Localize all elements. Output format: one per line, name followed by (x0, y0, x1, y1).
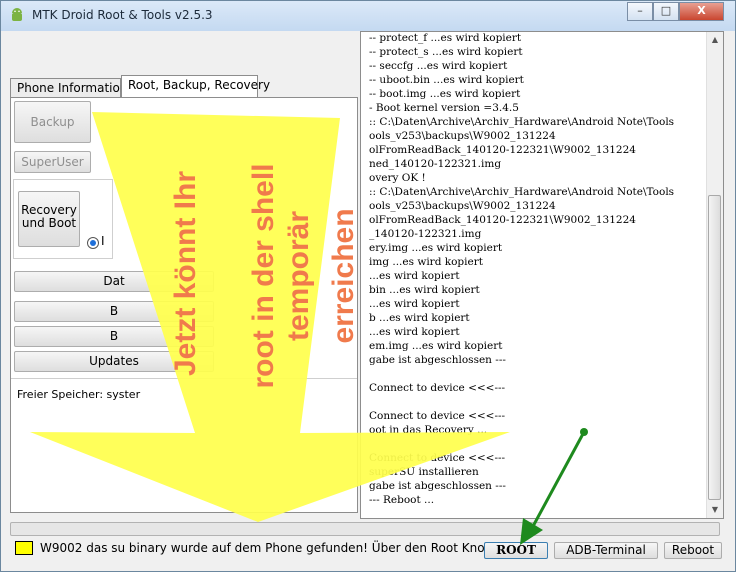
green-arrow-line (529, 431, 586, 531)
overlay-line-4: erreichen (327, 208, 360, 344)
annotation-layer (30, 112, 588, 545)
green-arrowhead (520, 518, 543, 545)
overlay-line-3: temporär (282, 210, 315, 342)
overlay-line-1: Jetzt könnt Ihr (169, 170, 202, 376)
overlay-line-2: root in der shell (247, 163, 280, 389)
green-arrow-dot (580, 428, 588, 436)
